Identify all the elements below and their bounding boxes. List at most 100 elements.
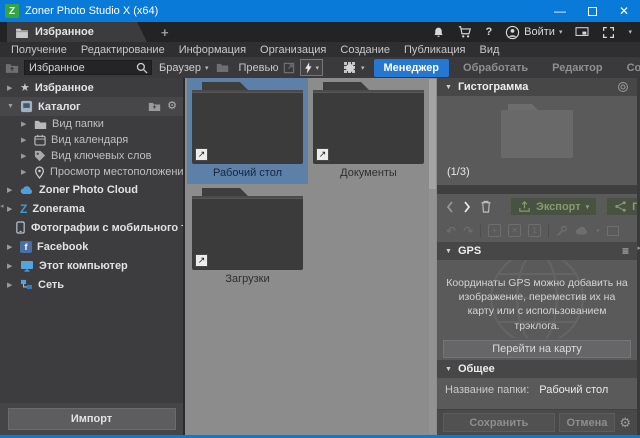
sidebar-item-label: Фотографии с мобильного теле...: [31, 222, 183, 234]
store-cart-icon[interactable]: [458, 25, 472, 39]
expand-arrow-icon[interactable]: ▶: [7, 281, 15, 289]
rotate-left-icon[interactable]: ↶: [446, 225, 456, 237]
add-label-icon[interactable]: +: [488, 224, 501, 237]
tab-develop[interactable]: Обработать: [453, 59, 538, 77]
folder-up-icon[interactable]: [5, 62, 19, 74]
hamburger-menu-icon[interactable]: ≡: [622, 244, 629, 258]
chevron-down-icon: ▾: [205, 64, 209, 72]
menu-publish[interactable]: Публикация: [397, 44, 472, 56]
browser-mode-dropdown[interactable]: Браузер ▾: [157, 62, 211, 74]
collapse-arrow-icon[interactable]: ▼: [7, 103, 15, 110]
new-tab-button[interactable]: +: [161, 25, 169, 40]
expand-arrow-icon[interactable]: ▶: [7, 84, 15, 92]
expand-arrow-icon[interactable]: ▶: [21, 136, 29, 144]
chevron-down-icon[interactable]: ▾: [596, 227, 600, 235]
quick-edits-toggle[interactable]: ▾: [300, 59, 323, 76]
menu-edit[interactable]: Редактирование: [74, 44, 172, 56]
expand-arrow-icon[interactable]: ▶: [7, 186, 15, 194]
sidebar-item-folder-view[interactable]: ▶ Вид папки: [0, 116, 183, 132]
sidebar-item-network[interactable]: ▶ Сеть: [0, 275, 183, 294]
chevron-down-icon: ▾: [586, 203, 590, 211]
folder-tile-desktop[interactable]: ↗ Рабочий стол: [187, 78, 308, 184]
import-button[interactable]: Импорт: [8, 408, 176, 430]
rotate-right-icon[interactable]: ↷: [463, 225, 473, 237]
export-button[interactable]: Экспорт ▾: [510, 197, 597, 216]
sidebar-item-zoner-photo-cloud[interactable]: ▶ Zoner Photo Cloud: [0, 180, 183, 199]
sidebar-item-facebook[interactable]: ▶ f Facebook: [0, 237, 183, 256]
export-icon: [518, 200, 531, 213]
maximize-button[interactable]: [576, 0, 608, 22]
search-input[interactable]: [25, 62, 136, 74]
collapse-arrow-icon[interactable]: ▼: [445, 366, 452, 373]
histogram-channels-icon[interactable]: [617, 81, 629, 93]
go-to-map-button[interactable]: Перейти на карту: [443, 340, 631, 358]
expand-arrow-icon[interactable]: ▶: [21, 120, 29, 128]
help-icon[interactable]: ?: [485, 26, 492, 38]
menu-organize[interactable]: Организация: [253, 44, 333, 56]
sidebar-collapse-handle[interactable]: ◂: [0, 202, 4, 210]
tab-manager[interactable]: Менеджер: [374, 59, 450, 77]
expand-arrow-icon[interactable]: ▶: [7, 243, 15, 251]
sidebar-item-catalog[interactable]: ▼ Каталог ⚙: [0, 97, 183, 116]
sidebar-item-zonerama[interactable]: ▶ Z Zonerama: [0, 199, 183, 218]
external-window-icon[interactable]: [283, 62, 295, 74]
folder-tile-documents[interactable]: ↗ Документы: [308, 78, 429, 184]
chevron-down-icon[interactable]: ▾: [628, 28, 632, 36]
sidebar-item-calendar-view[interactable]: ▶ Вид календаря: [0, 132, 183, 148]
panel-settings-gear-icon[interactable]: ⚙: [619, 416, 631, 429]
save-button[interactable]: Сохранить: [443, 413, 555, 432]
share-button[interactable]: Поделиться: [606, 197, 640, 216]
sidebar-item-keywords-view[interactable]: ▶ Вид ключевых слов: [0, 148, 183, 164]
preview-frame-icon[interactable]: [607, 226, 619, 236]
sidebar-item-this-computer[interactable]: ▶ Этот компьютер: [0, 256, 183, 275]
quick-search-icon[interactable]: [556, 225, 568, 237]
fullscreen-icon[interactable]: [602, 26, 615, 39]
facebook-icon: f: [20, 241, 32, 253]
second-display-icon[interactable]: [575, 26, 589, 38]
minimize-button[interactable]: —: [544, 0, 576, 22]
expand-arrow-icon[interactable]: ▶: [7, 262, 15, 270]
tab-editor[interactable]: Редактор: [542, 59, 612, 77]
add-folder-icon[interactable]: [148, 101, 161, 112]
expand-arrow-icon[interactable]: ▶: [7, 205, 15, 213]
histogram-section-header[interactable]: ▼ Гистограмма: [437, 78, 637, 96]
menu-information[interactable]: Информация: [172, 44, 253, 56]
sidebar-item-favorites[interactable]: ▶ ★ Избранное: [0, 78, 183, 97]
chevron-down-icon[interactable]: ▾: [361, 64, 365, 72]
menu-create[interactable]: Создание: [333, 44, 397, 56]
gear-icon[interactable]: ⚙: [167, 101, 177, 112]
folder-tile-downloads[interactable]: ↗ Загрузки: [187, 184, 308, 290]
folder-new-icon[interactable]: [216, 62, 229, 73]
close-button[interactable]: ✕: [608, 0, 640, 22]
sidebar-item-location-view[interactable]: ▶ Просмотр местоположения: [0, 164, 183, 180]
gps-section-header[interactable]: ▼ GPS ≡: [437, 242, 637, 260]
search-icon[interactable]: [136, 62, 151, 74]
expand-arrow-icon[interactable]: ▶: [21, 152, 29, 160]
menu-view[interactable]: Вид: [473, 44, 507, 56]
previous-item-icon[interactable]: [446, 201, 454, 213]
tab-favorites[interactable]: Избранное: [7, 22, 147, 42]
menu-acquire[interactable]: Получение: [4, 44, 74, 56]
tab-create[interactable]: Создать: [617, 59, 640, 77]
next-item-icon[interactable]: [463, 201, 471, 213]
cloud-upload-icon[interactable]: [575, 226, 589, 235]
folder-thumbnail: ↗: [192, 82, 303, 164]
cancel-button[interactable]: Отмена: [559, 413, 616, 432]
sidebar-item-mobile-photos[interactable]: Фотографии с мобильного теле...: [0, 218, 183, 237]
collapse-arrow-icon[interactable]: ▼: [445, 248, 452, 255]
scrollbar-thumb[interactable]: [429, 79, 436, 189]
map-pin-icon: [34, 166, 45, 179]
collapse-arrow-icon[interactable]: ▼: [445, 84, 452, 91]
vertical-scrollbar[interactable]: [429, 79, 436, 434]
notifications-bell-icon[interactable]: [432, 26, 445, 39]
sidebar-item-label: Избранное: [35, 82, 94, 94]
login-button[interactable]: Войти ▾: [505, 25, 562, 40]
window-title: Zoner Photo Studio X (x64): [25, 5, 158, 17]
expand-arrow-icon[interactable]: ▶: [21, 168, 29, 176]
remove-label-icon[interactable]: ✕: [508, 224, 521, 237]
toolbar: Браузер ▾ Превью ▾ ▾ Менеджер Обработать…: [0, 57, 640, 78]
general-section-header[interactable]: ▼ Общее: [437, 360, 637, 378]
slider-thumb[interactable]: [346, 64, 354, 72]
rating-icon[interactable]: 1: [528, 224, 541, 237]
trash-icon[interactable]: [480, 200, 492, 213]
